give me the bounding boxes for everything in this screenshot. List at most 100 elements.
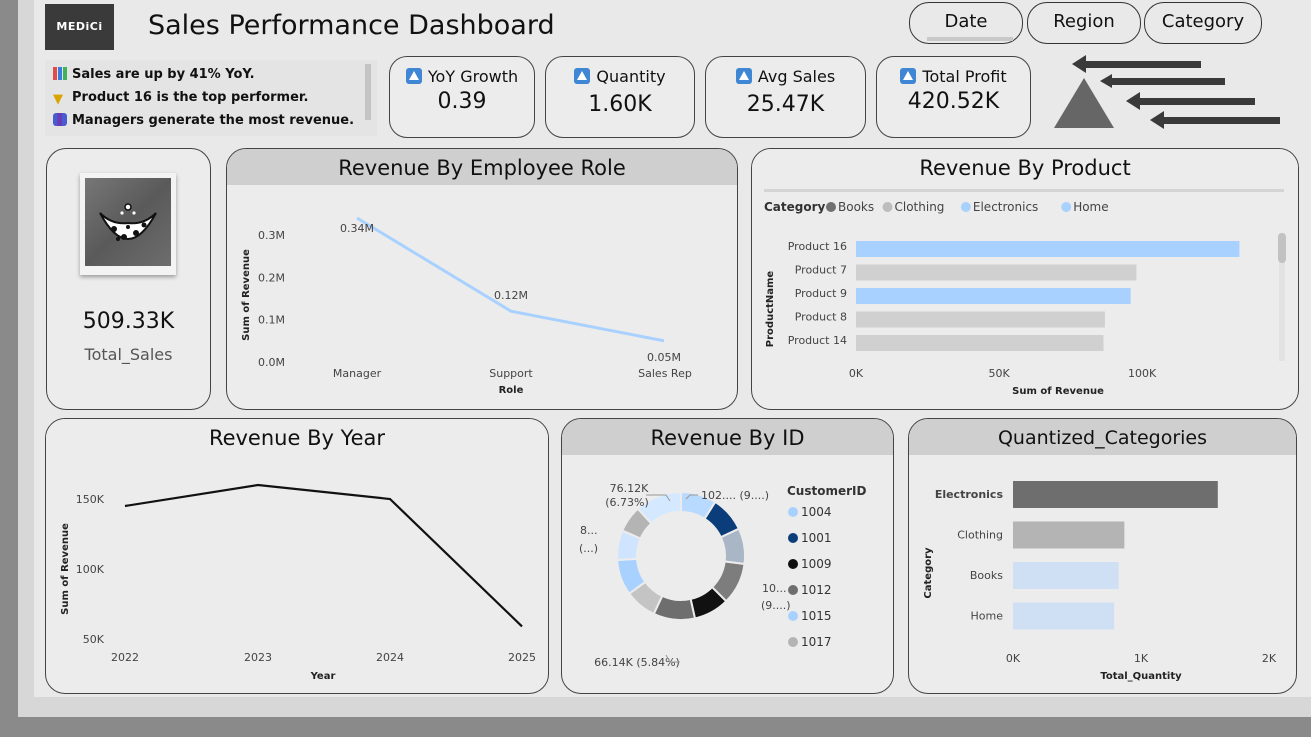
x-tick-label: Sales Rep bbox=[638, 367, 692, 380]
kpi-label: Avg Sales bbox=[757, 67, 836, 86]
legend-marker bbox=[882, 202, 893, 212]
y-tick-label: Product 9 bbox=[795, 287, 847, 300]
kpi-label: Total Profit bbox=[922, 67, 1007, 86]
legend-marker bbox=[960, 202, 971, 212]
bar bbox=[1013, 521, 1125, 549]
revenue-by-id-chart: 76.12K(6.73%) 102.... (9....) 8... (...) 10.… bbox=[579, 482, 866, 669]
legend-label: 1015 bbox=[801, 609, 832, 623]
revenue-by-year-card[interactable]: Revenue By Year 50K 100K 150K 2022 2023 2024 2… bbox=[45, 418, 549, 694]
x-axis-title: Role bbox=[499, 385, 524, 396]
data-label: 66.14K (5.84%) bbox=[594, 656, 680, 669]
revenue-by-product-card[interactable]: Revenue By Product Category Books Clothing… bbox=[751, 148, 1299, 410]
revenue-by-role-card[interactable]: Revenue By Employee Role 0.0M 0.1M 0.2M 0.3… bbox=[226, 148, 738, 410]
up-arrow-icon bbox=[900, 68, 917, 84]
logo: MEDiCi bbox=[45, 4, 114, 50]
legend-label: 1009 bbox=[801, 557, 832, 571]
total-sales-label: Total_Sales bbox=[84, 345, 173, 364]
x-tick-label: 2023 bbox=[244, 651, 272, 664]
data-label: (6.73%) bbox=[605, 496, 649, 509]
bar bbox=[856, 288, 1131, 304]
total-sales-card[interactable]: 509.33K Total_Sales bbox=[46, 148, 211, 410]
insight-item: Sales are up by 41% YoY. bbox=[53, 67, 255, 82]
group-emoji-icon bbox=[53, 113, 67, 126]
y-tick-label: 150K bbox=[76, 493, 105, 506]
legend-label: Books bbox=[838, 200, 874, 214]
bar bbox=[1013, 562, 1119, 589]
chart-title: Revenue By ID bbox=[562, 419, 893, 455]
category-slicer-label: Category bbox=[1161, 11, 1245, 32]
kpi-label: YoY Growth bbox=[427, 67, 519, 86]
y-tick-label: 0.2M bbox=[258, 271, 285, 284]
up-arrow-icon bbox=[405, 68, 422, 84]
logo-text: MEDiCi bbox=[56, 20, 103, 33]
x-axis-title: Total_Quantity bbox=[1100, 671, 1182, 682]
revenue-by-year-chart: 50K 100K 150K 2022 2023 2024 2025 Year Sum of Re… bbox=[60, 483, 536, 682]
decorative-arrows-graphic bbox=[1054, 55, 1280, 129]
insight-text: Sales are up by 41% YoY. bbox=[72, 67, 255, 82]
legend-marker bbox=[826, 202, 836, 212]
x-tick-label: 50K bbox=[988, 367, 1010, 380]
legend-label: 1001 bbox=[801, 531, 832, 545]
bar bbox=[856, 241, 1240, 257]
legend-label: 1004 bbox=[801, 505, 832, 519]
insight-text: Product 16 is the top performer. bbox=[72, 90, 309, 105]
y-tick-label: Product 7 bbox=[795, 264, 847, 277]
series-line bbox=[124, 483, 523, 628]
chart-title: Revenue By Employee Role bbox=[227, 149, 737, 185]
quantized-categories-card[interactable]: Quantized_Categories Electronics Clothing… bbox=[908, 418, 1297, 694]
kpi-yoy-growth[interactable]: YoY Growth 0.39 bbox=[389, 56, 535, 138]
date-slicer-label: Date bbox=[944, 11, 988, 32]
y-tick-label: 0.1M bbox=[258, 314, 285, 327]
legend-marker bbox=[788, 585, 798, 595]
bar bbox=[1013, 481, 1218, 508]
x-tick-label: 0K bbox=[849, 367, 864, 380]
data-label: 102.... (9....) bbox=[701, 489, 769, 502]
kpi-value: 25.47K bbox=[746, 92, 825, 117]
category-slicer[interactable]: Category bbox=[1144, 2, 1262, 44]
bar bbox=[1013, 602, 1115, 630]
arrow-left-icon bbox=[1150, 111, 1280, 129]
kpi-total-profit[interactable]: Total Profit 420.52K bbox=[876, 56, 1031, 138]
arrow-left-icon bbox=[1100, 74, 1225, 88]
revenue-by-id-card[interactable]: Revenue By ID 76.12K (6.73%) 102.... (9...… bbox=[561, 418, 894, 694]
data-label: (9....) bbox=[761, 599, 791, 612]
region-slicer[interactable]: Region bbox=[1027, 2, 1141, 44]
arrow-left-icon bbox=[1072, 55, 1201, 73]
legend-label: Clothing bbox=[895, 200, 945, 214]
up-arrow-icon bbox=[735, 68, 752, 84]
cookie-icon bbox=[99, 203, 157, 241]
y-axis-title: Category bbox=[923, 547, 934, 599]
y-tick-label: Home bbox=[971, 610, 1004, 623]
y-tick-label: 100K bbox=[76, 563, 105, 576]
kpi-quantity[interactable]: Quantity 1.60K bbox=[545, 56, 695, 138]
insight-item: Managers generate the most revenue. bbox=[53, 113, 354, 128]
kpi-label: Quantity bbox=[596, 67, 666, 86]
x-tick-label: 2K bbox=[1262, 652, 1277, 665]
trophy-emoji-icon: ▼ bbox=[53, 92, 63, 107]
insights-panel: Sales are up by 41% YoY. ▼ Product 16 is … bbox=[45, 60, 377, 136]
x-tick-label: Manager bbox=[333, 367, 382, 380]
kpi-value: 1.60K bbox=[588, 92, 652, 117]
insight-text: Managers generate the most revenue. bbox=[72, 113, 355, 128]
insight-item: ▼ Product 16 is the top performer. bbox=[53, 90, 308, 107]
x-tick-label: Support bbox=[489, 367, 533, 380]
legend-label: 1012 bbox=[801, 583, 832, 597]
arrow-left-icon bbox=[1126, 92, 1255, 110]
bar bbox=[856, 335, 1104, 351]
data-label: 76.12K bbox=[610, 482, 649, 495]
y-axis-title: Sum of Revenue bbox=[60, 523, 71, 615]
chart-scrollbar-thumb[interactable] bbox=[1278, 233, 1286, 263]
kpi-value: 0.39 bbox=[437, 89, 487, 114]
legend-marker bbox=[788, 533, 798, 543]
y-axis-title: Sum of Revenue bbox=[241, 249, 252, 341]
insights-scrollbar[interactable] bbox=[365, 64, 371, 120]
triangle-icon bbox=[1054, 78, 1114, 128]
product-image bbox=[80, 173, 176, 275]
x-tick-label: 1K bbox=[1134, 652, 1149, 665]
data-label: 0.34M bbox=[340, 222, 374, 235]
y-tick-label: Product 14 bbox=[788, 334, 847, 347]
legend-marker bbox=[788, 507, 798, 517]
kpi-avg-sales[interactable]: Avg Sales 25.47K bbox=[705, 56, 866, 138]
legend-marker bbox=[788, 559, 798, 569]
x-tick-label: 0K bbox=[1006, 652, 1021, 665]
